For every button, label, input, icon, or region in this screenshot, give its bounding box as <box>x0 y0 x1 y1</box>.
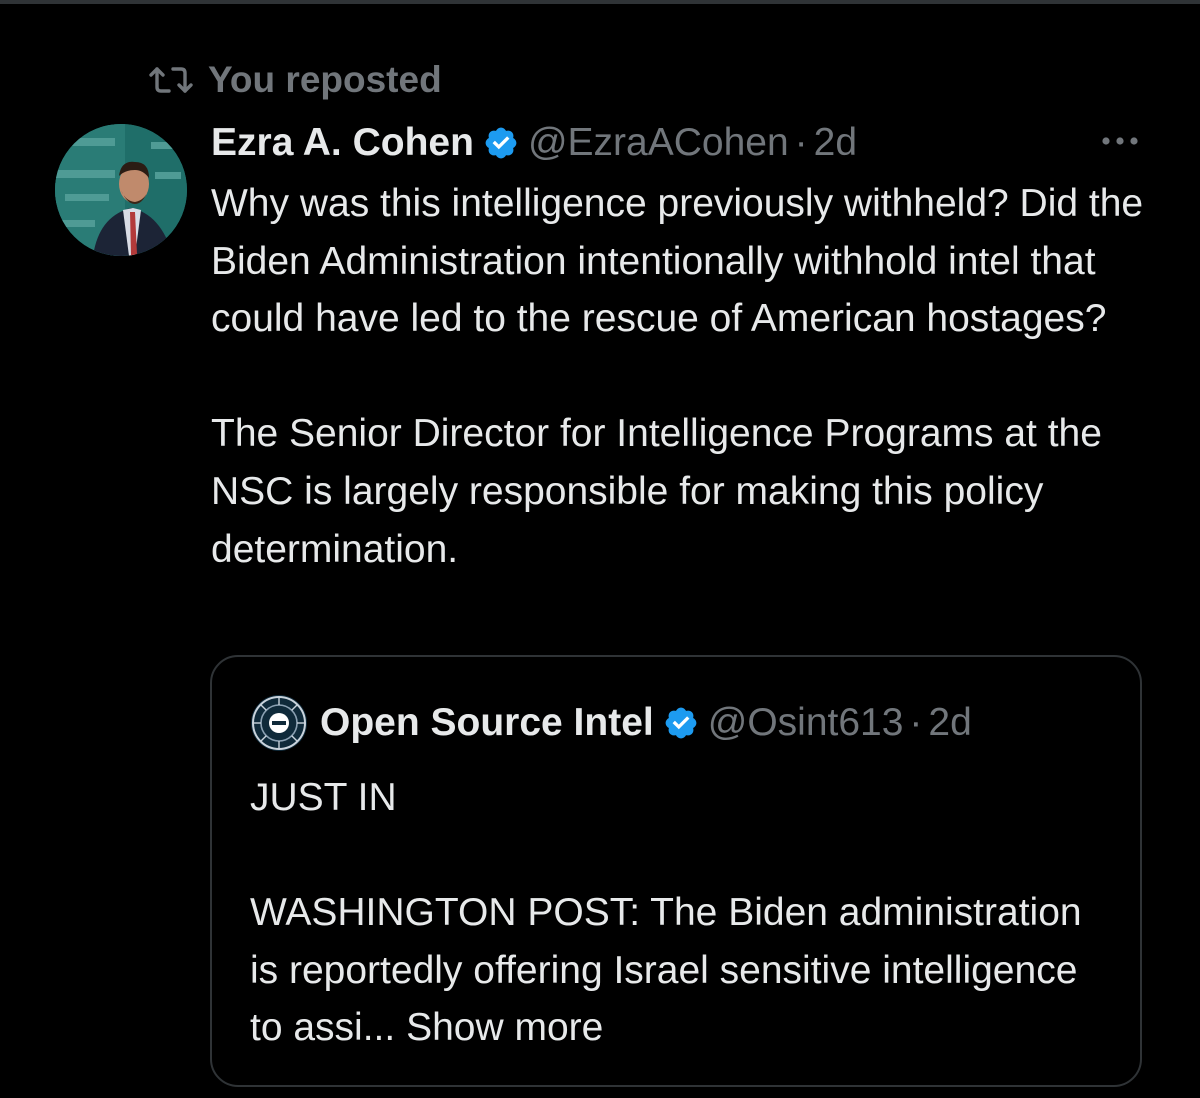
quoted-verified-badge-icon <box>663 705 699 741</box>
repost-label: You reposted <box>208 59 442 100</box>
author-handle[interactable]: @EzraACohen <box>528 121 789 165</box>
top-divider <box>0 0 1200 4</box>
quoted-line-1: JUST IN <box>250 776 397 819</box>
show-more-link[interactable]: Show more <box>406 1006 603 1049</box>
tweet-paragraph-2: The Senior Director for Intelligence Pro… <box>211 412 1102 571</box>
quoted-paragraph-2-text: WASHINGTON POST: The Biden administratio… <box>250 891 1082 1050</box>
author-name[interactable]: Ezra A. Cohen <box>211 121 474 165</box>
verified-badge-icon <box>483 125 519 161</box>
repost-icon <box>149 67 193 93</box>
tweet-timestamp[interactable]: 2d <box>814 121 857 165</box>
more-options-icon[interactable] <box>1096 126 1144 156</box>
tweet-paragraph-1: Why was this intelligence previously wit… <box>211 182 1144 341</box>
quoted-tweet-text: JUST IN WASHINGTON POST: The Biden admin… <box>250 769 1110 1057</box>
quoted-separator-dot: · <box>909 701 923 744</box>
quoted-paragraph-gap <box>250 827 1110 885</box>
quoted-timestamp[interactable]: 2d <box>928 701 971 745</box>
avatar[interactable] <box>55 124 187 256</box>
tweet-text: Why was this intelligence previously wit… <box>211 175 1171 578</box>
profile-photo <box>55 124 187 256</box>
quoted-tweet-card[interactable]: Open Source Intel @Osint613 · 2d JUST IN… <box>210 655 1142 1087</box>
quoted-author-handle[interactable]: @Osint613 <box>708 701 904 745</box>
separator-dot: · <box>794 121 808 164</box>
quoted-paragraph-2: WASHINGTON POST: The Biden administratio… <box>250 884 1110 1057</box>
tweet-header: Ezra A. Cohen @EzraACohen · 2d <box>211 118 857 168</box>
repost-indicator[interactable]: You reposted <box>148 58 442 102</box>
quoted-tweet-header: Open Source Intel @Osint613 · 2d <box>250 694 972 752</box>
quoted-author-name[interactable]: Open Source Intel <box>320 701 654 745</box>
osint-avatar-icon[interactable] <box>250 694 308 752</box>
